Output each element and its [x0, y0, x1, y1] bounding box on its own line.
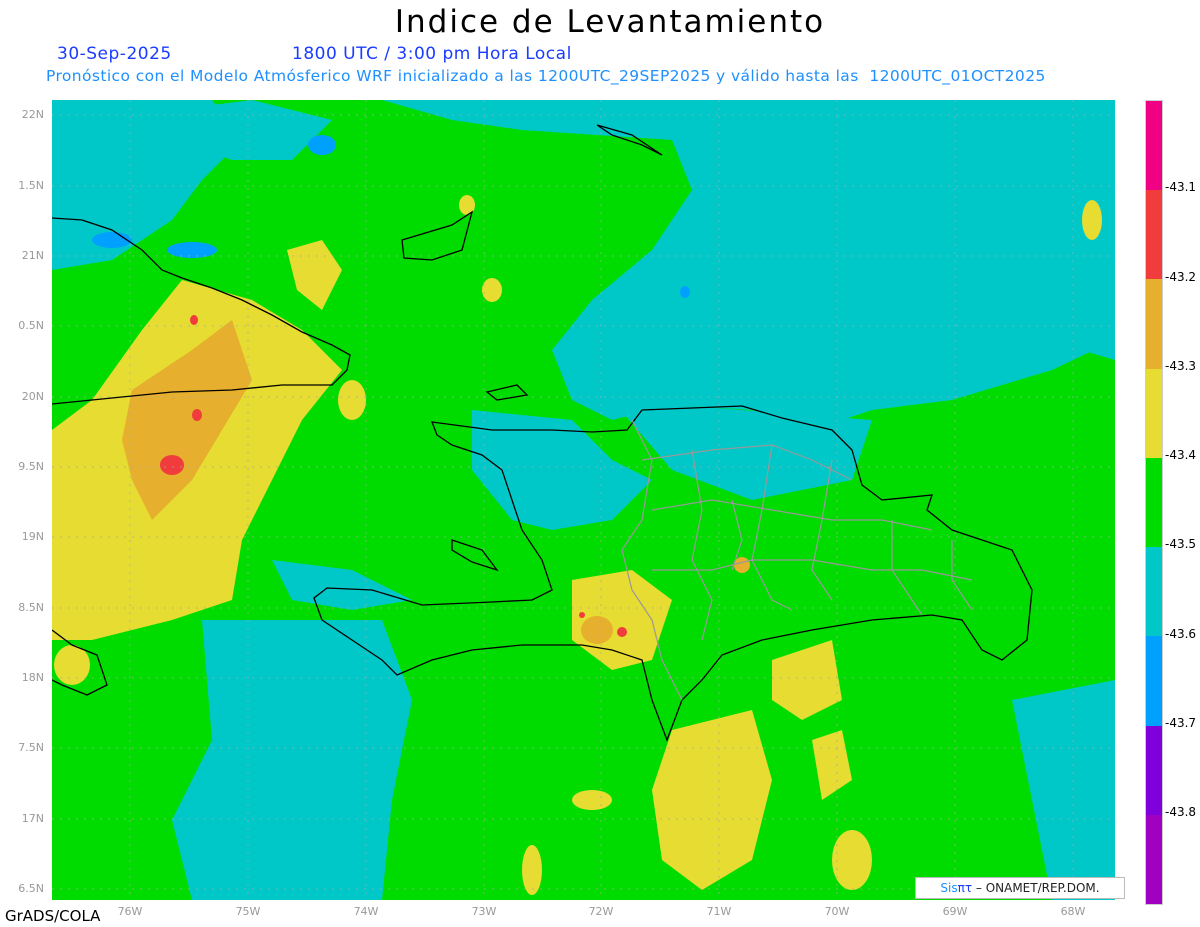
colorbar-label: -43.2: [1165, 270, 1197, 284]
credit-pi: πτ: [957, 881, 973, 895]
map-title: Indice de Levantamiento: [394, 4, 826, 40]
credit-box: Sisπτ – ONAMET/REP.DOM.: [915, 877, 1125, 899]
lat-label: 20N: [21, 390, 44, 403]
lon-label: 73W: [471, 905, 497, 918]
lat-label: 19N: [21, 530, 44, 543]
colorbar-label: -43.7: [1165, 716, 1197, 730]
lon-label: 75W: [235, 905, 261, 918]
lat-label: 17N: [21, 812, 44, 825]
colorbar-swatch: [1146, 636, 1162, 726]
colorbar-label: -43.8: [1165, 805, 1197, 819]
colorbar: [1145, 100, 1163, 905]
lat-label: 8.5N: [18, 601, 44, 614]
forecast-date: 30-Sep-2025: [57, 44, 172, 64]
colorbar-swatch: [1146, 547, 1162, 637]
lon-label: 74W: [353, 905, 379, 918]
colorbar-label: -43.6: [1165, 627, 1197, 641]
lat-label: 9.5N: [18, 460, 44, 473]
colorbar-swatch: [1146, 814, 1162, 904]
colorbar-swatch: [1146, 457, 1162, 548]
lon-label: 68W: [1060, 905, 1086, 918]
lat-label: 6.5N: [18, 882, 44, 895]
lon-label: 70W: [824, 905, 850, 918]
colorbar-swatch: [1146, 190, 1162, 280]
lon-label: 69W: [942, 905, 968, 918]
lat-label: 18N: [21, 671, 44, 684]
colorbar-label: -43.1: [1165, 180, 1197, 194]
grads-label: GrADS/COLA: [5, 907, 101, 925]
credit-text: – ONAMET/REP.DOM.: [972, 881, 1100, 895]
credit-sis: Sis: [940, 881, 958, 895]
forecast-time: 1800 UTC / 3:00 pm Hora Local: [292, 44, 572, 64]
lat-label: 1.5N: [18, 179, 44, 192]
lon-label: 72W: [588, 905, 614, 918]
colorbar-swatch: [1146, 368, 1162, 458]
forecast-subtitle: Pronóstico con el Modelo Atmósferico WRF…: [46, 67, 1046, 85]
lon-label: 76W: [117, 905, 143, 918]
lat-label: 7.5N: [18, 741, 44, 754]
colorbar-swatch: [1146, 279, 1162, 369]
lat-label: 21N: [21, 249, 44, 262]
lat-label: 0.5N: [18, 319, 44, 332]
colorbar-swatch: [1146, 725, 1162, 815]
colorbar-label: -43.4: [1165, 448, 1197, 462]
lifted-index-map: [52, 100, 1115, 900]
lat-label: 22N: [21, 108, 44, 121]
colorbar-label: -43.3: [1165, 359, 1197, 373]
lon-label: 71W: [706, 905, 732, 918]
colorbar-swatch: [1146, 101, 1162, 191]
colorbar-label: -43.5: [1165, 537, 1197, 551]
